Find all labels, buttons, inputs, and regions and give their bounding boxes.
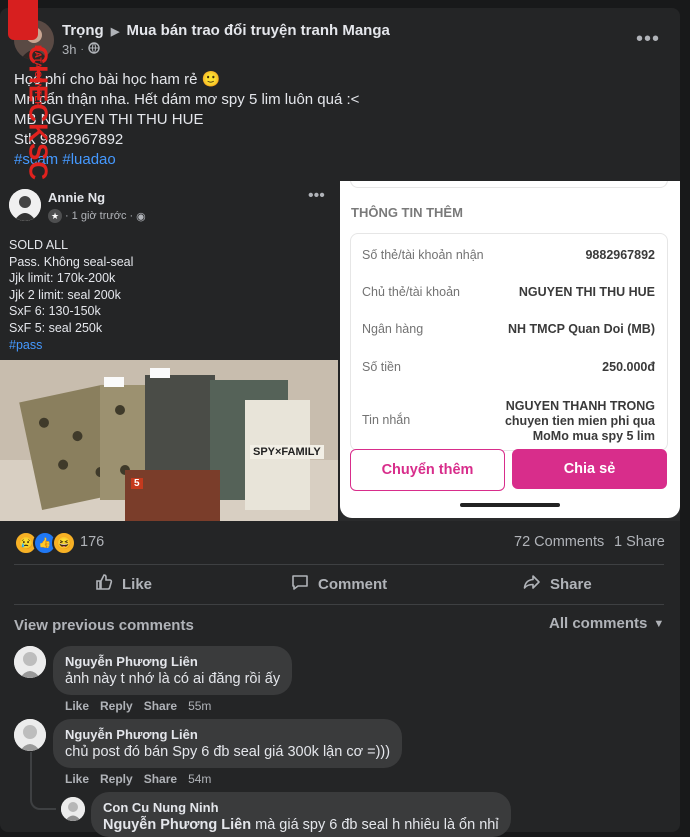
momo-screenshot[interactable]: THÔNG TIN THÊM Số thẻ/tài khoản nhận 988… (340, 181, 680, 521)
comment-reply-button[interactable]: Reply (100, 772, 133, 786)
inner-time: 1 giờ trước (71, 210, 127, 222)
comment-bubble: Con Cu Nung Ninh Nguyễn Phương Liên mà g… (91, 792, 511, 837)
commenter-name[interactable]: Nguyễn Phương Liên (65, 727, 390, 742)
momo-value-account: 9882967892 (585, 248, 655, 262)
divider (14, 604, 664, 605)
inner-meta: ★ · 1 giờ trước · ◉ (48, 209, 146, 223)
post-line-4: Stk 9882967892 (14, 131, 124, 148)
star-icon: ★ (48, 209, 62, 223)
comment-share-button[interactable]: Share (144, 772, 177, 786)
comment-time[interactable]: 55m (188, 699, 211, 713)
inner-line-4: Jjk 2 limit: seal 200k (9, 287, 121, 302)
inner-post-screenshot[interactable]: Annie Ng ★ · 1 giờ trước · ◉ ••• SOLD AL… (0, 181, 338, 521)
momo-message-line-1: NGUYEN THANH TRONG (505, 399, 655, 413)
momo-top-box (350, 181, 668, 188)
share-arrow-icon (522, 572, 542, 596)
share-button[interactable]: Share (522, 566, 592, 602)
comment-filter-dropdown[interactable]: All comments ▼ (549, 615, 664, 632)
view-previous-comments[interactable]: View previous comments (14, 617, 194, 634)
commenter-name[interactable]: Nguyễn Phương Liên (65, 654, 280, 669)
comment-share-button[interactable]: Share (144, 699, 177, 713)
commenter-avatar[interactable] (61, 797, 85, 821)
inner-line-2: Pass. Không seal-seal (9, 254, 134, 269)
post-line-1: Học phí cho bài học ham rẻ 🙂 (14, 71, 221, 88)
comment-icon (290, 572, 310, 596)
haha-reaction-icon: 😆 (52, 531, 76, 555)
comment-bubble: Nguyễn Phương Liên ảnh này t nhớ là có a… (53, 646, 293, 695)
share-label: Share (550, 575, 592, 593)
momo-value-message: NGUYEN THANH TRONG chuyen tien mien phi … (505, 399, 655, 444)
momo-label-account: Số thẻ/tài khoản nhận (362, 248, 484, 262)
comment-button[interactable]: Comment (290, 566, 387, 602)
momo-info-box: Số thẻ/tài khoản nhận 9882967892 Chủ thẻ… (350, 233, 668, 451)
comment-text: ảnh này t nhớ là có ai đăng rồi ấy (65, 671, 281, 687)
caret-down-icon: ▼ (653, 617, 665, 630)
comment-mention[interactable]: Nguyễn Phương Liên (103, 817, 251, 833)
commenter-avatar[interactable] (14, 719, 46, 751)
comment-text: chủ post đó bán Spy 6 đb seal giá 300k l… (65, 744, 391, 760)
post-time[interactable]: 3h (62, 42, 76, 57)
post-line-2: Mn cẩn thận nha. Hết dám mơ spy 5 lim lu… (14, 91, 360, 108)
manga-photo: SPY×FAMILY 5 (0, 360, 338, 521)
caret-right-icon: ▶ (110, 26, 120, 38)
momo-share-button: Chia sẻ (512, 449, 667, 489)
momo-value-holder: NGUYEN THI THU HUE (518, 285, 655, 299)
comment-count[interactable]: 72 Comments (514, 534, 604, 550)
post-line-3: MB NGUYEN THI THU HUE (14, 111, 204, 128)
inner-line-1: SOLD ALL (9, 238, 69, 252)
inner-author-name: Annie Ng (48, 190, 106, 205)
manga-volume-label: 5 (131, 478, 143, 489)
comment-filter-label: All comments (549, 615, 648, 632)
share-count[interactable]: 1 Share (614, 534, 665, 550)
momo-section-title: THÔNG TIN THÊM (351, 205, 463, 220)
comment-text: mà giá spy 6 đb seal h nhiêu là ổn nhỉ (251, 817, 499, 833)
comment-actions: Like Reply Share 54m (65, 772, 211, 786)
reply-thread-line (30, 752, 56, 810)
comment-actions: Like Reply Share 55m (65, 699, 211, 713)
inner-line-6: SxF 5: seal 250k (9, 320, 103, 335)
inner-hashtag: #pass (9, 337, 43, 352)
divider (14, 564, 664, 565)
globe-icon: ◉ (136, 210, 146, 223)
inner-body: SOLD ALL Pass. Không seal-seal Jjk limit… (9, 237, 133, 353)
inner-line-3: Jjk limit: 170k-200k (9, 271, 116, 286)
comment-like-button[interactable]: Like (65, 699, 89, 713)
momo-label-bank: Ngân hàng (362, 322, 424, 336)
commenter-avatar[interactable] (14, 646, 46, 678)
post-more-icon[interactable]: ••• (636, 28, 660, 51)
momo-value-amount: 250.000đ (602, 360, 655, 374)
watermark-sub: DATA CENTER (33, 45, 43, 108)
momo-message-line-2: chuyen tien mien phi qua (504, 414, 655, 428)
post-header-title: Trọng ▶ Mua bán trao đổi truyện tranh Ma… (62, 22, 390, 39)
author-name[interactable]: Trọng (62, 22, 104, 39)
post-hashtags[interactable]: #scam #luadao (14, 150, 359, 170)
group-name[interactable]: Mua bán trao đổi truyện tranh Manga (126, 22, 389, 39)
momo-value-bank: NH TMCP Quan Doi (MB) (508, 322, 655, 336)
inner-line-5: SxF 6: 130-150k (9, 304, 101, 319)
like-button[interactable]: Like (94, 566, 152, 602)
comment-bubble: Nguyễn Phương Liên chủ post đó bán Spy 6… (53, 719, 403, 768)
inner-author-avatar (9, 189, 41, 221)
momo-label-holder: Chủ thẻ/tài khoản (362, 285, 460, 299)
momo-transfer-more-button: Chuyển thêm (350, 449, 505, 491)
comment-text-wrapper: Nguyễn Phương Liên mà giá spy 6 đb seal … (103, 817, 499, 833)
momo-message-line-3: MoMo mua spy 5 lim (532, 429, 655, 443)
commenter-name[interactable]: Con Cu Nung Ninh (103, 800, 499, 815)
momo-label-message: Tin nhắn (362, 413, 411, 427)
comment-like-button[interactable]: Like (65, 772, 89, 786)
post-meta: 3h · (62, 42, 100, 57)
comment-reply-button[interactable]: Reply (100, 699, 133, 713)
like-label: Like (122, 575, 153, 593)
comment-label: Comment (318, 575, 388, 593)
inner-more-icon: ••• (308, 187, 325, 204)
thumbs-up-icon (94, 572, 114, 596)
post-body: Học phí cho bài học ham rẻ 🙂 Mn cẩn thận… (14, 70, 359, 170)
reaction-count[interactable]: 176 (80, 534, 104, 550)
comment-time[interactable]: 54m (188, 772, 211, 786)
globe-icon (88, 42, 100, 57)
home-indicator (460, 503, 560, 507)
momo-phone-screen: THÔNG TIN THÊM Số thẻ/tài khoản nhận 988… (340, 181, 680, 518)
manga-title-label: SPY×FAMILY (250, 445, 324, 459)
momo-label-amount: Số tiền (362, 360, 401, 374)
